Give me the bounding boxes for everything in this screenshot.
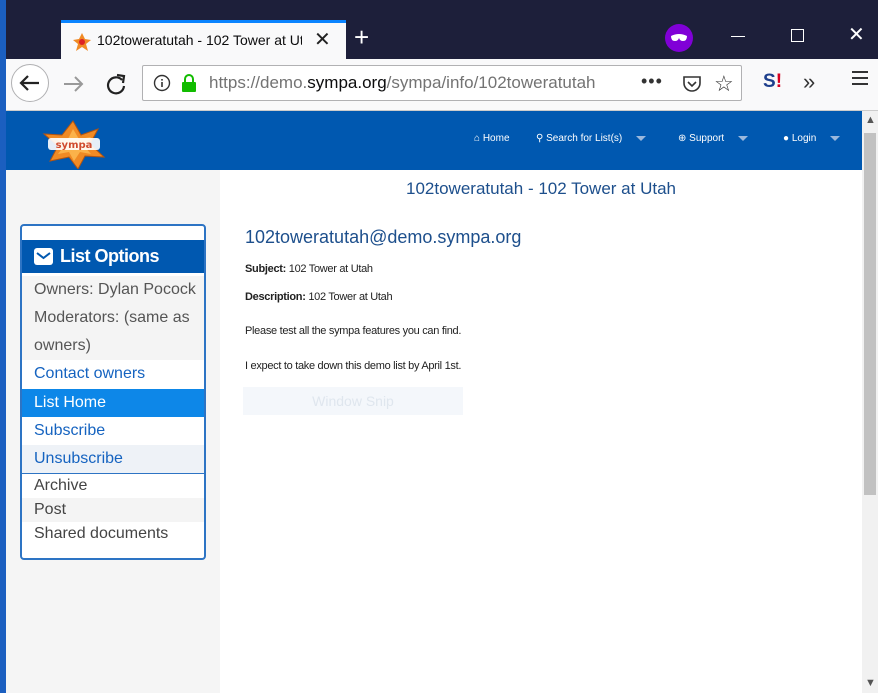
scroll-down-icon[interactable]: ▼ bbox=[865, 677, 876, 689]
nav-support[interactable]: ⊕ Support bbox=[678, 133, 749, 144]
web-page: sympa ⌂ Home ⚲ Search for List(s) ⊕ Supp… bbox=[6, 111, 862, 693]
window-snip-overlay: Window Snip bbox=[243, 387, 463, 415]
sidebar-item-subscribe[interactable]: Subscribe bbox=[22, 417, 204, 445]
title-bar: 102toweratutah - 102 Tower at Utah ✕ + ✕ bbox=[6, 0, 878, 59]
search-icon: ⚲ bbox=[536, 133, 544, 144]
window-close-icon[interactable]: ✕ bbox=[848, 22, 865, 47]
subject-value: 102 Tower at Utah bbox=[286, 263, 373, 275]
maximize-icon[interactable] bbox=[791, 29, 804, 42]
sidebar-item-post[interactable]: Post bbox=[22, 498, 204, 522]
browser-window: 102toweratutah - 102 Tower at Utah ✕ + ✕… bbox=[0, 0, 878, 693]
active-tab[interactable]: 102toweratutah - 102 Tower at Utah ✕ bbox=[61, 20, 346, 59]
user-icon: ● bbox=[783, 133, 790, 144]
back-button[interactable] bbox=[11, 64, 49, 102]
nav-search-label: Search for List(s) bbox=[546, 133, 623, 144]
owners-label: Owners: Dylan Pocock bbox=[22, 276, 204, 304]
info-paragraph-1: Please test all the sympa features you c… bbox=[245, 325, 462, 337]
sidebar-item-archive[interactable]: Archive bbox=[22, 474, 204, 498]
envelope-icon bbox=[34, 248, 53, 265]
nav-home-label: Home bbox=[482, 133, 510, 144]
list-options-panel: List Options Owners: Dylan Pocock Modera… bbox=[20, 224, 206, 560]
pocket-icon[interactable] bbox=[681, 73, 703, 95]
sidebar-item-list-home[interactable]: List Home bbox=[22, 389, 204, 417]
svg-text:sympa: sympa bbox=[56, 140, 93, 151]
support-icon: ⊕ bbox=[678, 133, 687, 144]
bookmark-star-icon[interactable]: ☆ bbox=[714, 71, 734, 97]
site-header: sympa ⌂ Home ⚲ Search for List(s) ⊕ Supp… bbox=[6, 111, 862, 170]
nav-login-label: Login bbox=[791, 133, 817, 144]
nav-home[interactable]: ⌂ Home bbox=[474, 133, 510, 144]
private-browsing-icon bbox=[665, 24, 693, 52]
tab-title: 102toweratutah - 102 Tower at Utah bbox=[97, 32, 302, 48]
page-actions-button[interactable]: ••• bbox=[641, 71, 663, 92]
scroll-thumb[interactable] bbox=[864, 133, 876, 495]
subject-line: Subject: 102 Tower at Utah bbox=[245, 263, 373, 275]
login-chevron-down-icon bbox=[830, 135, 841, 141]
main-content: 102toweratutah - 102 Tower at Utah 102to… bbox=[220, 170, 862, 693]
url-text[interactable]: https://demo.sympa.org/sympa/info/102tow… bbox=[209, 73, 599, 93]
sidebar: List Options Owners: Dylan Pocock Modera… bbox=[6, 170, 220, 693]
list-address: 102toweratutah@demo.sympa.org bbox=[245, 227, 522, 247]
home-icon: ⌂ bbox=[474, 133, 481, 144]
sidebar-item-contact-owners[interactable]: Contact owners bbox=[22, 360, 204, 388]
moderators-label-cont: owners) bbox=[22, 332, 204, 360]
list-options-title: List Options bbox=[60, 246, 160, 266]
url-bar[interactable]: https://demo.sympa.org/sympa/info/102tow… bbox=[142, 65, 742, 101]
search-chevron-down-icon bbox=[636, 135, 647, 141]
nav-support-label: Support bbox=[689, 133, 725, 144]
list-options-header: List Options bbox=[22, 240, 204, 273]
nav-login[interactable]: ● Login bbox=[783, 133, 841, 144]
tab-close-icon[interactable]: ✕ bbox=[314, 29, 331, 51]
new-tab-icon[interactable]: + bbox=[354, 24, 369, 50]
page-title: 102toweratutah - 102 Tower at Utah bbox=[406, 179, 676, 198]
subject-label: Subject: bbox=[245, 263, 286, 275]
info-paragraph-2: I expect to take down this demo list by … bbox=[245, 360, 462, 372]
sympa-extension-icon[interactable]: S! bbox=[763, 71, 782, 93]
hamburger-menu-icon[interactable] bbox=[852, 71, 868, 85]
minimize-icon[interactable] bbox=[731, 36, 745, 37]
nav-search[interactable]: ⚲ Search for List(s) bbox=[536, 133, 647, 144]
sympa-favicon-icon bbox=[73, 33, 91, 51]
sympa-logo[interactable]: sympa bbox=[36, 119, 111, 169]
scroll-up-icon[interactable]: ▲ bbox=[865, 114, 876, 126]
forward-arrow-icon[interactable] bbox=[61, 73, 85, 95]
info-icon[interactable] bbox=[153, 74, 171, 92]
description-label: Description: bbox=[245, 291, 306, 303]
overflow-menu-icon[interactable]: » bbox=[803, 69, 815, 95]
description-line: Description: 102 Tower at Utah bbox=[245, 291, 393, 303]
description-value: 102 Tower at Utah bbox=[305, 291, 393, 303]
reload-icon[interactable] bbox=[104, 72, 128, 96]
moderators-label: Moderators: (same as bbox=[22, 304, 204, 332]
lock-icon bbox=[182, 74, 196, 92]
sidebar-item-unsubscribe[interactable]: Unsubscribe bbox=[22, 445, 204, 473]
sidebar-item-shared-documents[interactable]: Shared documents bbox=[22, 522, 204, 546]
support-chevron-down-icon bbox=[738, 135, 749, 141]
navigation-toolbar: https://demo.sympa.org/sympa/info/102tow… bbox=[6, 59, 878, 111]
page-scrollbar[interactable]: ▲ ▼ bbox=[862, 111, 878, 693]
back-arrow-icon bbox=[19, 75, 39, 91]
